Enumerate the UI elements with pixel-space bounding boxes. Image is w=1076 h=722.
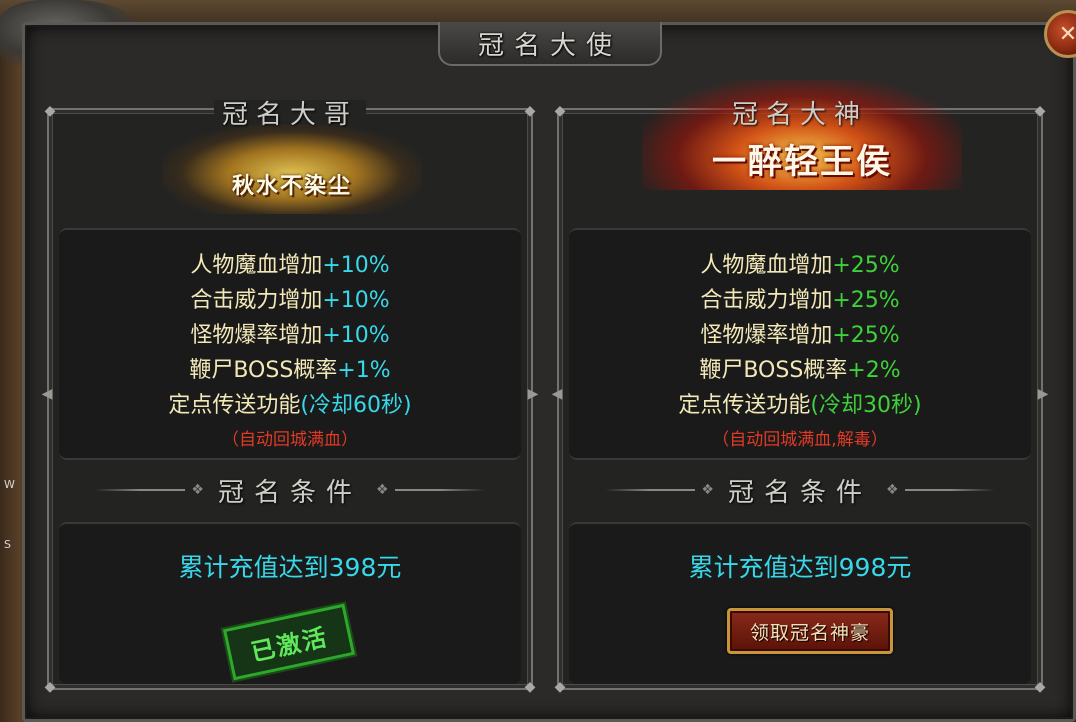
ornament-icon: ❖ xyxy=(886,482,899,498)
ornament-icon: ❖ xyxy=(191,482,204,498)
stat-line: 合击威力增加+10% xyxy=(190,288,390,313)
dialog-title: 冠名大使 xyxy=(477,30,622,61)
stat-line: 定点传送功能(冷却60秒) xyxy=(168,393,412,418)
ornament-icon: ❖ xyxy=(376,482,389,498)
rank-panel-tier2: ◆ ◆ ◆ ◆ ◀ ▶ 一醉轻王侯 冠名大神 人物魔血增加+25% 合击威力增加… xyxy=(552,80,1048,694)
stat-line: 合击威力增加+25% xyxy=(700,288,900,313)
stat-line: 定点传送功能(冷却30秒) xyxy=(678,393,922,418)
condition-header: ❖ 冠名条件 ❖ xyxy=(559,464,1041,516)
title-plate: 冠名大使 xyxy=(438,22,662,66)
condition-title: 冠名条件 xyxy=(217,477,362,508)
golden-dragon-emblem: 秋水不染尘 xyxy=(162,124,422,214)
panel-header: 冠名大哥 秋水不染尘 xyxy=(49,100,531,228)
requirement-text: 累计充值达到398元 xyxy=(178,553,402,582)
requirement-text: 累计充值达到998元 xyxy=(688,553,912,582)
condition-title: 冠名条件 xyxy=(727,477,872,508)
emblem-title: 一醉轻王侯 xyxy=(712,141,892,182)
activated-stamp: 已激活 xyxy=(222,603,356,681)
emblem-title: 秋水不染尘 xyxy=(231,173,352,199)
stat-line: 怪物爆率增加+25% xyxy=(700,323,900,348)
divider xyxy=(605,489,696,491)
stat-note: （自动回城满血） xyxy=(222,430,358,450)
corner-ornament-icon: ◆ xyxy=(44,679,56,695)
side-notch-icon: ◀ xyxy=(551,386,563,402)
stat-line: 怪物爆率增加+10% xyxy=(190,323,390,348)
stat-note: （自动回城满血,解毒） xyxy=(712,430,888,450)
side-letter: S xyxy=(4,538,11,551)
stats-box: 人物魔血增加+10% 合击威力增加+10% 怪物爆率增加+10% 鞭尸BOSS概… xyxy=(59,228,521,460)
stats-box: 人物魔血增加+25% 合击威力增加+25% 怪物爆率增加+25% 鞭尸BOSS概… xyxy=(569,228,1031,460)
ornament-icon: ❖ xyxy=(701,482,714,498)
side-letter: W xyxy=(4,478,15,491)
stats-list: 人物魔血增加+10% 合击威力增加+10% 怪物爆率增加+10% 鞭尸BOSS概… xyxy=(59,230,521,450)
requirement-box: 累计充值达到398元 已激活 xyxy=(59,522,521,684)
stat-line: 鞭尸BOSS概率+2% xyxy=(699,358,901,383)
rank-title: 冠名大神 xyxy=(731,100,868,130)
divider xyxy=(394,489,485,491)
close-icon: ✕ xyxy=(1058,21,1076,47)
side-notch-icon: ◀ xyxy=(41,386,53,402)
condition-header: ❖ 冠名条件 ❖ xyxy=(49,464,531,516)
divider xyxy=(95,489,186,491)
corner-ornament-icon: ◆ xyxy=(554,679,566,695)
side-notch-icon: ▶ xyxy=(527,386,539,402)
stat-line: 人物魔血增加+25% xyxy=(700,253,900,278)
stat-line: 人物魔血增加+10% xyxy=(190,253,390,278)
divider xyxy=(904,489,995,491)
corner-ornament-icon: ◆ xyxy=(1034,679,1046,695)
requirement-box: 累计充值达到998元 领取冠名神豪 xyxy=(569,522,1031,684)
stat-line: 鞭尸BOSS概率+1% xyxy=(189,358,391,383)
side-notch-icon: ▶ xyxy=(1037,386,1049,402)
corner-ornament-icon: ◆ xyxy=(524,679,536,695)
rank-panel-tier1: ◆ ◆ ◆ ◆ ◀ ▶ 冠名大哥 秋水不染尘 人物魔血增加+10% 合击威力增加… xyxy=(42,100,538,694)
panel-header: 一醉轻王侯 冠名大神 xyxy=(559,80,1041,228)
stats-list: 人物魔血增加+25% 合击威力增加+25% 怪物爆率增加+25% 鞭尸BOSS概… xyxy=(569,230,1031,450)
claim-title-button[interactable]: 领取冠名神豪 xyxy=(727,608,893,654)
